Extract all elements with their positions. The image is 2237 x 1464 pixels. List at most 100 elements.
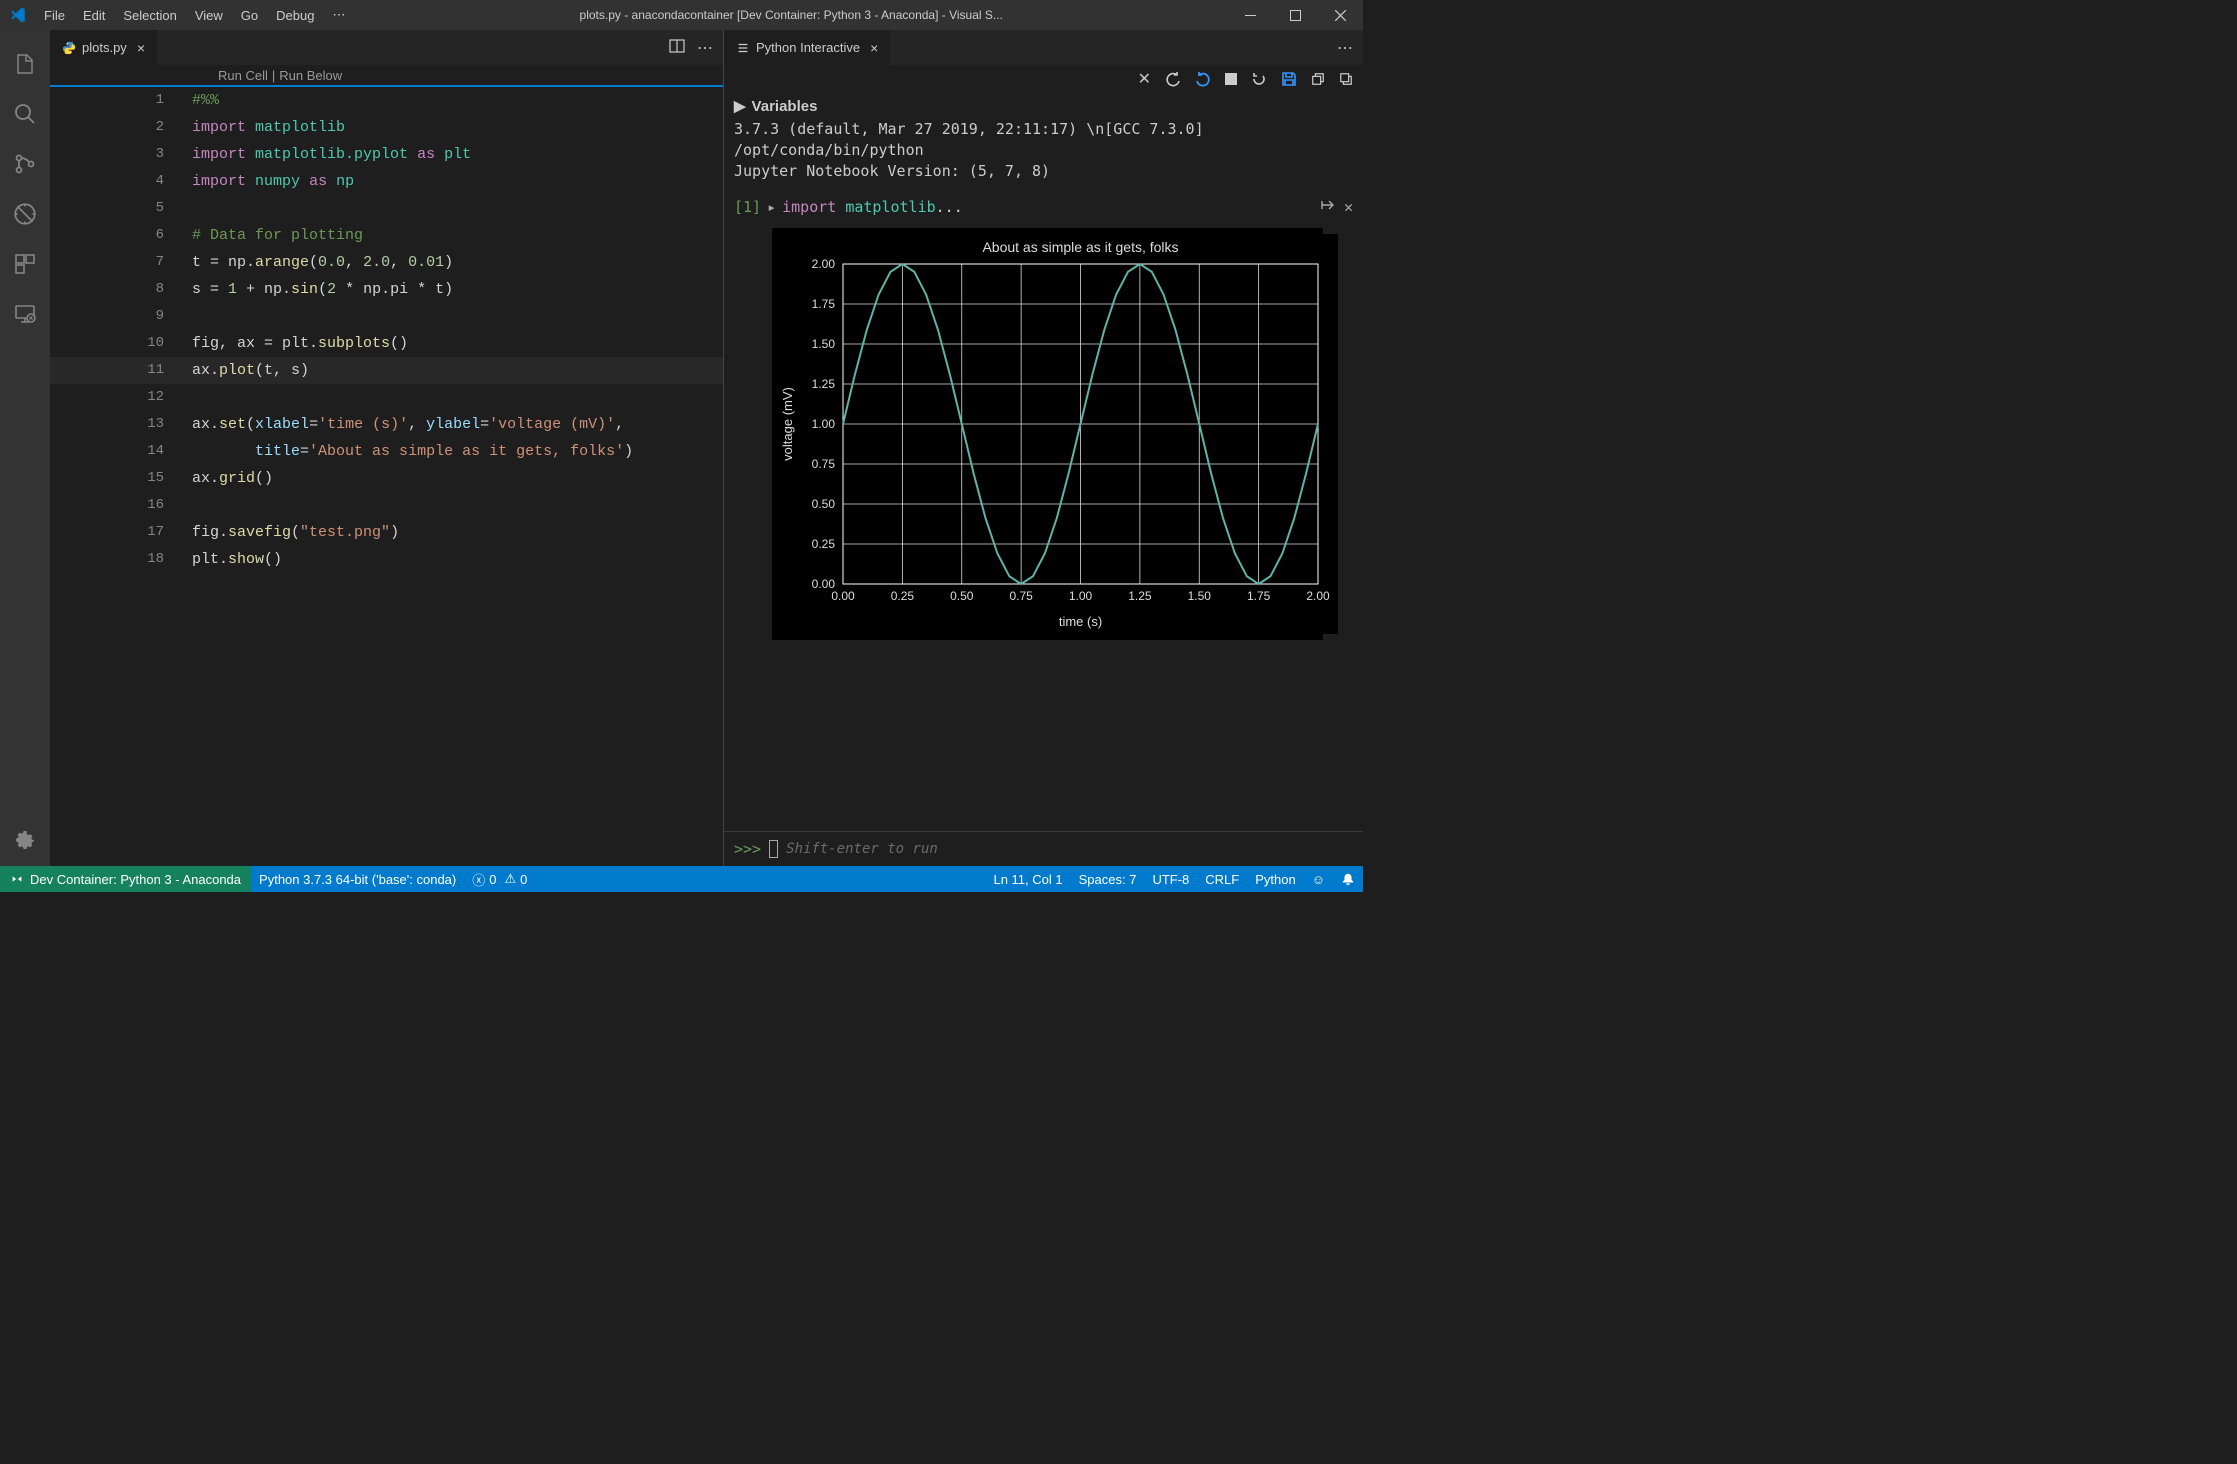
- code-line[interactable]: 17fig.savefig("test.png"): [50, 519, 723, 546]
- interactive-input-row: >>> Shift-enter to run: [724, 831, 1363, 866]
- codelens: Run Cell | Run Below: [50, 65, 723, 87]
- cell-delete-icon[interactable]: ✕: [1344, 198, 1353, 216]
- input-prompt: >>>: [734, 840, 761, 858]
- maximize-button[interactable]: [1273, 0, 1318, 30]
- kernel-info: 3.7.3 (default, Mar 27 2019, 22:11:17) \…: [724, 119, 1363, 194]
- cell-code: import matplotlib...: [782, 198, 963, 216]
- search-icon[interactable]: [1, 90, 49, 138]
- svg-text:1.25: 1.25: [1128, 589, 1152, 603]
- code-line[interactable]: 6# Data for plotting: [50, 222, 723, 249]
- undo-icon[interactable]: [1195, 71, 1211, 87]
- code-line[interactable]: 3import matplotlib.pyplot as plt: [50, 141, 723, 168]
- svg-text:1.00: 1.00: [1069, 589, 1093, 603]
- code-line[interactable]: 15ax.grid(): [50, 465, 723, 492]
- code-line[interactable]: 13ax.set(xlabel='time (s)', ylabel='volt…: [50, 411, 723, 438]
- extensions-icon[interactable]: [1, 240, 49, 288]
- input-placeholder: Shift-enter to run: [786, 841, 938, 857]
- code-line[interactable]: 7t = np.arange(0.0, 2.0, 0.01): [50, 249, 723, 276]
- tab-close-icon[interactable]: ×: [870, 40, 878, 56]
- python-interpreter[interactable]: Python 3.7.3 64-bit ('base': conda): [251, 872, 464, 887]
- interactive-pane: Python Interactive × ⋯ ✕ ▶ Variables 3.7…: [723, 30, 1363, 866]
- collapse-icon[interactable]: [1339, 72, 1353, 86]
- menu-go[interactable]: Go: [232, 8, 267, 23]
- cancel-icon[interactable]: ✕: [1138, 69, 1151, 89]
- redo-icon[interactable]: [1165, 71, 1181, 87]
- remote-explorer-icon[interactable]: [1, 290, 49, 338]
- indentation[interactable]: Spaces: 7: [1071, 872, 1145, 887]
- menu-debug[interactable]: Debug: [267, 8, 323, 23]
- cursor-position[interactable]: Ln 11, Col 1: [985, 872, 1070, 887]
- warning-icon: ⚠: [504, 871, 516, 887]
- problems-indicator[interactable]: ⓧ0 ⚠0: [464, 870, 535, 889]
- menu-file[interactable]: File: [35, 8, 74, 23]
- tab-python-interactive[interactable]: Python Interactive ×: [724, 30, 890, 65]
- svg-text:1.50: 1.50: [1188, 589, 1212, 603]
- code-line[interactable]: 8s = 1 + np.sin(2 * np.pi * t): [50, 276, 723, 303]
- code-line[interactable]: 12: [50, 384, 723, 411]
- svg-text:0.50: 0.50: [812, 497, 836, 511]
- svg-text:0.25: 0.25: [891, 589, 915, 603]
- expand-icon[interactable]: [1311, 72, 1325, 86]
- encoding[interactable]: UTF-8: [1144, 872, 1197, 887]
- menu-view[interactable]: View: [186, 8, 232, 23]
- svg-text:1.00: 1.00: [812, 417, 836, 431]
- svg-text:0.00: 0.00: [831, 589, 855, 603]
- code-line[interactable]: 2import matplotlib: [50, 114, 723, 141]
- vscode-logo-icon: [0, 6, 35, 24]
- interactive-toolbar: ✕: [724, 65, 1363, 93]
- debug-icon[interactable]: [1, 190, 49, 238]
- svg-text:0.25: 0.25: [812, 537, 836, 551]
- code-line[interactable]: 9: [50, 303, 723, 330]
- code-line[interactable]: 14 title='About as simple as it gets, fo…: [50, 438, 723, 465]
- run-cell-link[interactable]: Run Cell: [218, 68, 268, 83]
- menu-selection[interactable]: Selection: [114, 8, 185, 23]
- svg-text:1.50: 1.50: [812, 337, 836, 351]
- svg-text:0.50: 0.50: [950, 589, 974, 603]
- eol[interactable]: CRLF: [1197, 872, 1247, 887]
- notifications-icon[interactable]: [1333, 872, 1363, 886]
- language-mode[interactable]: Python: [1247, 872, 1303, 887]
- interactive-tab-label: Python Interactive: [756, 40, 860, 55]
- menu-edit[interactable]: Edit: [74, 8, 114, 23]
- code-line[interactable]: 16: [50, 492, 723, 519]
- tab-label: plots.py: [82, 40, 127, 55]
- remote-icon: [10, 872, 24, 886]
- stop-icon[interactable]: [1225, 73, 1237, 85]
- activity-bar: [0, 30, 50, 866]
- cell-expand-icon[interactable]: ▸: [767, 198, 776, 216]
- svg-text:About as simple as it gets, fo: About as simple as it gets, folks: [982, 239, 1178, 255]
- editor-pane: plots.py × ⋯ Run Cell | Run Below 1#%%2i…: [50, 30, 723, 866]
- feedback-icon[interactable]: ☺: [1304, 872, 1333, 887]
- split-editor-icon[interactable]: [669, 38, 685, 58]
- code-editor[interactable]: 1#%%2import matplotlib3import matplotlib…: [50, 87, 723, 866]
- code-line[interactable]: 10fig, ax = plt.subplots(): [50, 330, 723, 357]
- restart-icon[interactable]: [1251, 71, 1267, 87]
- tab-plots-py[interactable]: plots.py ×: [50, 30, 157, 65]
- editor-more-icon[interactable]: ⋯: [697, 38, 713, 58]
- run-below-link[interactable]: Run Below: [279, 68, 342, 83]
- menu-overflow[interactable]: ⋯: [323, 7, 354, 23]
- code-line[interactable]: 4import numpy as np: [50, 168, 723, 195]
- minimize-button[interactable]: [1228, 0, 1273, 30]
- settings-gear-icon[interactable]: [1, 816, 49, 864]
- code-line[interactable]: 1#%%: [50, 87, 723, 114]
- source-control-icon[interactable]: [1, 140, 49, 188]
- code-line[interactable]: 11ax.plot(t, s): [50, 357, 723, 384]
- python-file-icon: [62, 41, 76, 55]
- window-title: plots.py - anacondacontainer [Dev Contai…: [354, 8, 1228, 22]
- goto-icon[interactable]: [1320, 198, 1336, 216]
- code-line[interactable]: 18plt.show(): [50, 546, 723, 573]
- save-icon[interactable]: [1281, 71, 1297, 87]
- variables-label: Variables: [752, 98, 818, 115]
- remote-indicator[interactable]: Dev Container: Python 3 - Anaconda: [0, 866, 251, 892]
- explorer-icon[interactable]: [1, 40, 49, 88]
- close-button[interactable]: [1318, 0, 1363, 30]
- input-cursor[interactable]: [769, 840, 778, 858]
- tab-close-icon[interactable]: ×: [137, 40, 145, 56]
- variables-toggle[interactable]: ▶ Variables: [724, 93, 1363, 119]
- editor-more-icon[interactable]: ⋯: [1337, 38, 1353, 58]
- code-line[interactable]: 5: [50, 195, 723, 222]
- cell-row: [1] ▸ import matplotlib... ✕: [724, 194, 1363, 220]
- list-icon: [736, 41, 750, 55]
- plot-output: 0.000.250.500.751.001.251.501.752.000.00…: [772, 228, 1323, 640]
